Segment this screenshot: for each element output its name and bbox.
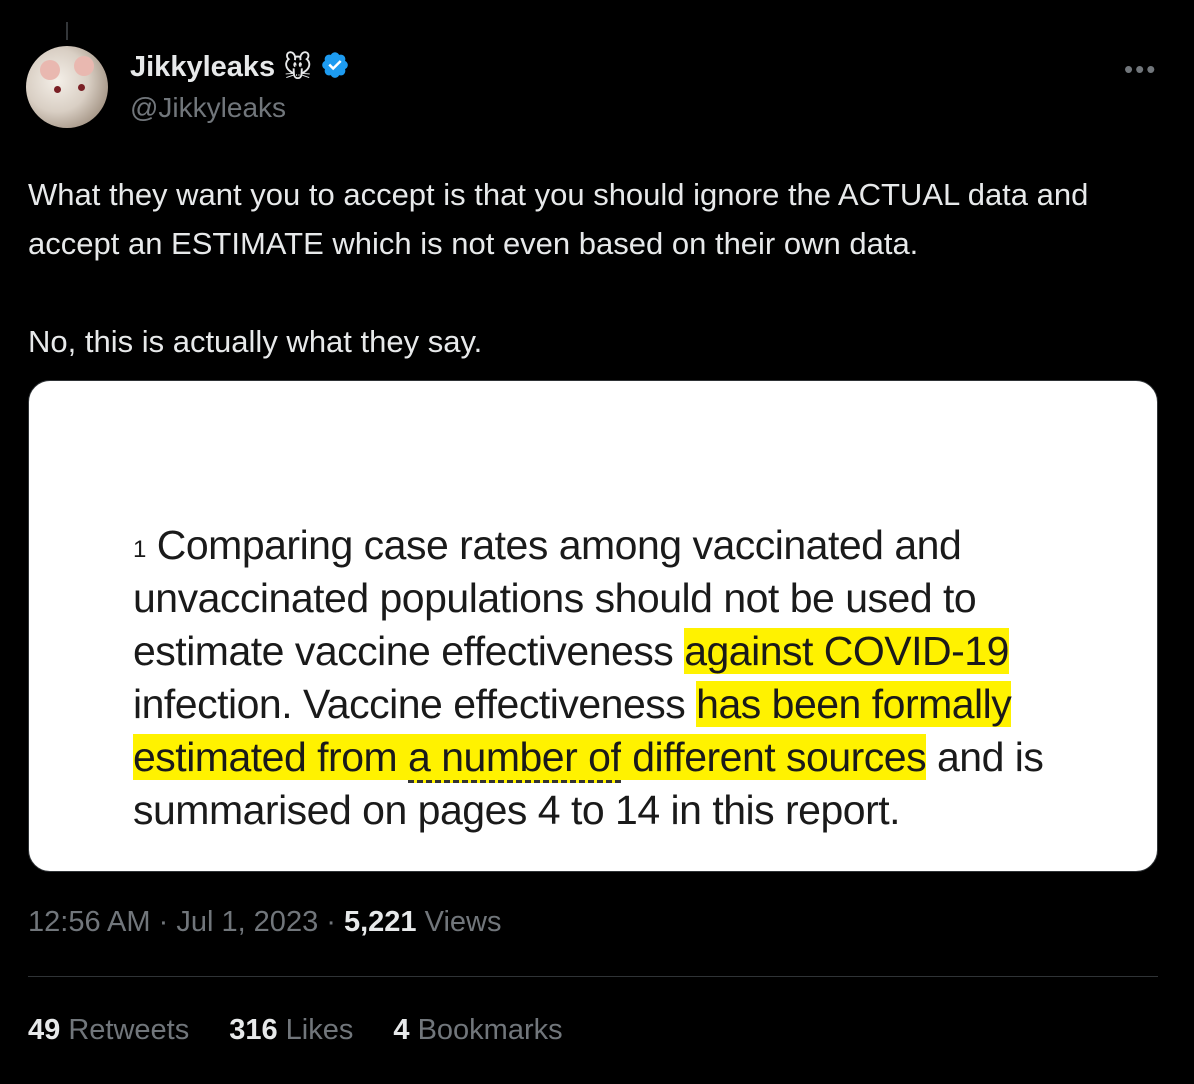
tweet-date[interactable]: Jul 1, 2023	[176, 906, 318, 938]
separator: ·	[318, 906, 344, 938]
tweet-paragraph: No, this is actually what they say.	[28, 324, 483, 359]
views-label: Views	[416, 906, 502, 938]
author-display-name[interactable]: Jikkyleaks	[130, 51, 275, 84]
retweets-label: Retweets	[60, 1014, 190, 1046]
excerpt-text: infection. Vaccine effectiveness	[133, 681, 697, 727]
likes-count: 316	[229, 1014, 278, 1046]
more-options-icon[interactable]: •••	[1124, 54, 1157, 85]
views-count: 5,221	[343, 906, 417, 938]
thread-connector-line	[66, 22, 68, 40]
bookmarks-count: 4	[393, 1014, 410, 1046]
attached-image[interactable]: 1 Comparing case rates among vaccinated …	[28, 380, 1158, 872]
retweets-count: 49	[28, 1014, 61, 1046]
verified-badge-icon[interactable]	[320, 50, 350, 85]
document-excerpt: 1 Comparing case rates among vaccinated …	[133, 519, 1093, 837]
separator: ·	[150, 906, 177, 938]
tweet-paragraph: What they want you to accept is that you…	[28, 177, 1089, 261]
avatar[interactable]	[26, 46, 108, 128]
retweets-stat[interactable]: 49 Retweets	[28, 1014, 189, 1047]
excerpt-highlight: different sources	[621, 734, 927, 780]
bookmarks-stat[interactable]: 4 Bookmarks	[393, 1014, 562, 1047]
avatar-eye	[78, 84, 85, 91]
divider	[28, 976, 1158, 977]
avatar-eye	[54, 86, 61, 93]
tweet-text: What they want you to accept is that you…	[28, 170, 1168, 366]
engagement-stats: 49 Retweets 316 Likes 4 Bookmarks	[28, 1014, 563, 1047]
avatar-ear	[40, 60, 60, 80]
footnote-mark: 1	[133, 536, 146, 563]
bookmarks-label: Bookmarks	[409, 1014, 563, 1046]
author-name-row[interactable]: Jikkyleaks 🐭	[130, 50, 350, 85]
avatar-ear	[74, 56, 94, 76]
likes-label: Likes	[277, 1014, 354, 1046]
excerpt-underlined-highlight: a number of	[408, 734, 622, 783]
tweet-time[interactable]: 12:56 AM	[28, 906, 151, 938]
tweet-metadata: 12:56 AM · Jul 1, 2023 · 5,221 Views	[28, 906, 501, 939]
likes-stat[interactable]: 316 Likes	[229, 1014, 353, 1047]
mouse-emoji-icon: 🐭	[283, 52, 313, 83]
author-handle[interactable]: @Jikkyleaks	[130, 92, 286, 124]
excerpt-highlight: against COVID-19	[684, 628, 1009, 674]
